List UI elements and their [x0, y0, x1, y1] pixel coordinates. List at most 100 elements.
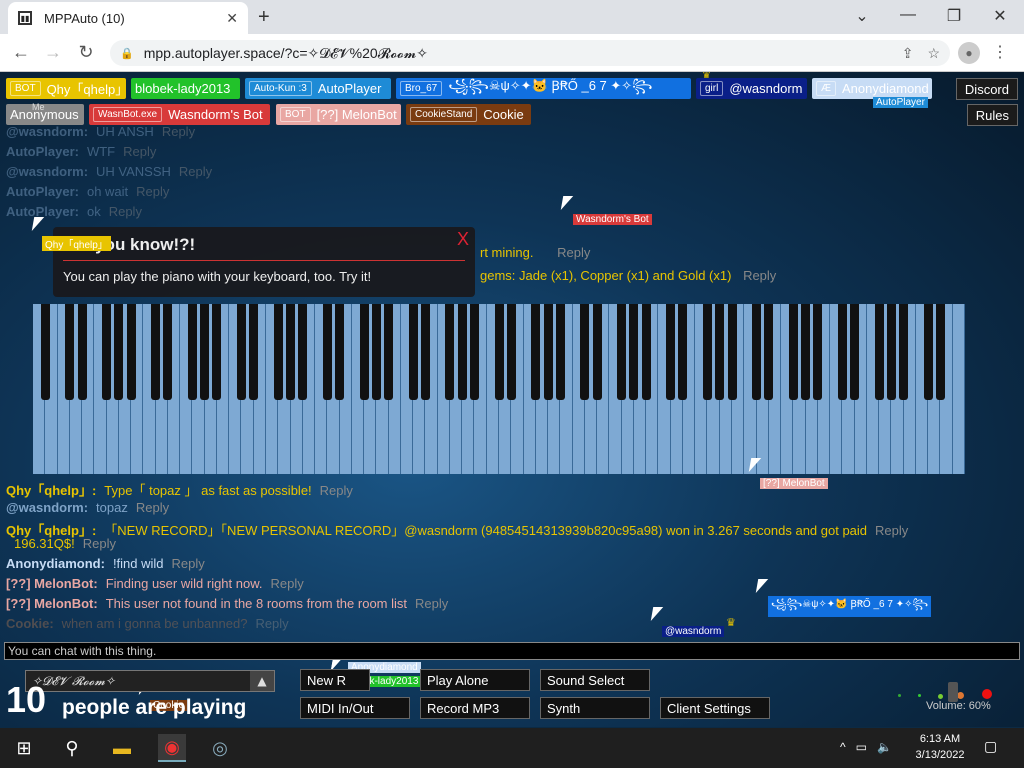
black-key[interactable]	[555, 304, 565, 400]
reply-link[interactable]: Reply	[136, 184, 169, 199]
user-tag[interactable]: girl @wasndorm	[696, 78, 807, 99]
forward-icon[interactable]: →	[42, 42, 64, 63]
black-key[interactable]	[273, 304, 283, 400]
reply-link[interactable]: Reply	[83, 536, 116, 551]
piano-keyboard[interactable]	[33, 304, 965, 474]
search-icon[interactable]: ⚲	[58, 734, 86, 762]
black-key[interactable]	[371, 304, 381, 400]
profile-avatar-icon[interactable]: ●	[958, 42, 980, 64]
black-key[interactable]	[469, 304, 479, 400]
chat-author[interactable]: @wasndorm:	[6, 124, 88, 139]
browser-menu-icon[interactable]: ⋮	[992, 42, 1008, 62]
reply-link[interactable]: Reply	[743, 268, 776, 283]
black-key[interactable]	[813, 304, 823, 400]
black-key[interactable]	[200, 304, 210, 400]
black-key[interactable]	[580, 304, 590, 400]
client-settings-button[interactable]: Client Settings	[660, 697, 770, 719]
black-key[interactable]	[727, 304, 737, 400]
black-key[interactable]	[65, 304, 75, 400]
black-key[interactable]	[286, 304, 296, 400]
reply-link[interactable]: Reply	[136, 500, 169, 515]
reply-link[interactable]: Reply	[875, 523, 908, 538]
black-key[interactable]	[249, 304, 259, 400]
address-bar[interactable]: 🔒 mpp.autoplayer.space/?c=✧𝓓𝓔𝓥%20𝓡𝓸𝓸𝓶✧ ⇪…	[110, 40, 950, 66]
reply-link[interactable]: Reply	[179, 164, 212, 179]
black-key[interactable]	[445, 304, 455, 400]
black-key[interactable]	[617, 304, 627, 400]
file-explorer-icon[interactable]: ▬	[108, 734, 136, 762]
speaker-icon[interactable]: 🔈	[877, 740, 892, 754]
system-clock[interactable]: 6:13 AM 3/13/2022	[908, 731, 972, 763]
black-key[interactable]	[850, 304, 860, 400]
black-key[interactable]	[163, 304, 173, 400]
new-tab-icon[interactable]: +	[258, 6, 270, 29]
black-key[interactable]	[923, 304, 933, 400]
user-tag[interactable]: BOT Qhy「qhelp」	[6, 78, 128, 99]
restore-icon[interactable]: ❐	[944, 6, 964, 26]
black-key[interactable]	[764, 304, 774, 400]
black-key[interactable]	[899, 304, 909, 400]
black-key[interactable]	[702, 304, 712, 400]
black-key[interactable]	[236, 304, 246, 400]
user-tag[interactable]: BOT [??] MelonBot	[276, 104, 401, 125]
black-key[interactable]	[935, 304, 945, 400]
black-key[interactable]	[40, 304, 50, 400]
reply-link[interactable]: Reply	[109, 204, 142, 219]
chat-author[interactable]: @wasndorm:	[6, 164, 88, 179]
back-icon[interactable]: ←	[10, 42, 32, 63]
reply-link[interactable]: Reply	[162, 124, 195, 139]
tray-chevron-icon[interactable]: ^	[840, 740, 846, 754]
user-tag[interactable]: WasnBot.exe Wasndorm's Bot	[89, 104, 270, 125]
black-key[interactable]	[752, 304, 762, 400]
black-key[interactable]	[335, 304, 345, 400]
sound-select-button[interactable]: Sound Select	[540, 669, 650, 691]
reply-link[interactable]: Reply	[271, 576, 304, 591]
black-key[interactable]	[322, 304, 332, 400]
reply-link[interactable]: Reply	[557, 245, 590, 260]
reply-link[interactable]: Reply	[415, 596, 448, 611]
chat-author[interactable]: Qhy「qhelp」:	[6, 483, 96, 498]
chat-author[interactable]: [??] MelonBot:	[6, 596, 98, 611]
black-key[interactable]	[384, 304, 394, 400]
black-key[interactable]	[641, 304, 651, 400]
chat-author[interactable]: AutoPlayer:	[6, 184, 79, 199]
black-key[interactable]	[886, 304, 896, 400]
tab-search-icon[interactable]: ⌄	[852, 6, 872, 26]
room-select[interactable]: ✧𝓓𝓔𝓥 𝓡𝓸𝓸𝓶✧ ▲	[25, 670, 275, 692]
close-tab-icon[interactable]: ✕	[226, 10, 238, 27]
black-key[interactable]	[212, 304, 222, 400]
user-tag[interactable]: Anonymous	[6, 104, 84, 125]
black-key[interactable]	[592, 304, 602, 400]
black-key[interactable]	[494, 304, 504, 400]
reply-link[interactable]: Reply	[255, 616, 288, 631]
black-key[interactable]	[629, 304, 639, 400]
new-room-button[interactable]: New R	[300, 669, 370, 691]
user-tag[interactable]: Æ Anonydiamond	[812, 78, 932, 99]
chat-author[interactable]: AutoPlayer:	[6, 144, 79, 159]
share-icon[interactable]: ⇪	[902, 45, 914, 62]
user-tag[interactable]: blobek-lady2013	[131, 78, 240, 99]
chat-input[interactable]: You can chat with this thing.	[4, 642, 1020, 660]
bookmark-star-icon[interactable]: ☆	[927, 45, 940, 62]
black-key[interactable]	[801, 304, 811, 400]
black-key[interactable]	[126, 304, 136, 400]
record-mp3-button[interactable]: Record MP3	[420, 697, 530, 719]
discord-button[interactable]: Discord	[955, 78, 1018, 100]
windows-start-icon[interactable]: ⊞	[10, 734, 38, 762]
notifications-icon[interactable]: ▢	[984, 738, 997, 755]
volume-knob[interactable]	[948, 682, 958, 702]
black-key[interactable]	[666, 304, 676, 400]
black-key[interactable]	[874, 304, 884, 400]
black-key[interactable]	[102, 304, 112, 400]
steam-icon[interactable]: ◎	[206, 734, 234, 762]
midi-button[interactable]: MIDI In/Out	[300, 697, 410, 719]
black-key[interactable]	[359, 304, 369, 400]
play-alone-button[interactable]: Play Alone	[420, 669, 530, 691]
chat-author[interactable]: Cookie:	[6, 616, 54, 631]
user-tag[interactable]: Bro_67 ꧁꧂☠ψ✧✦🐱 ꞴꞦŐ _6 7 ✦✧꧂	[396, 78, 691, 99]
black-key[interactable]	[408, 304, 418, 400]
room-expand-icon[interactable]: ▲	[250, 671, 274, 691]
user-tag[interactable]: Auto-Kun :3 AutoPlayer	[245, 78, 391, 99]
user-tag[interactable]: CookieStand Cookie	[406, 104, 531, 125]
minimize-icon[interactable]: —	[898, 6, 918, 24]
